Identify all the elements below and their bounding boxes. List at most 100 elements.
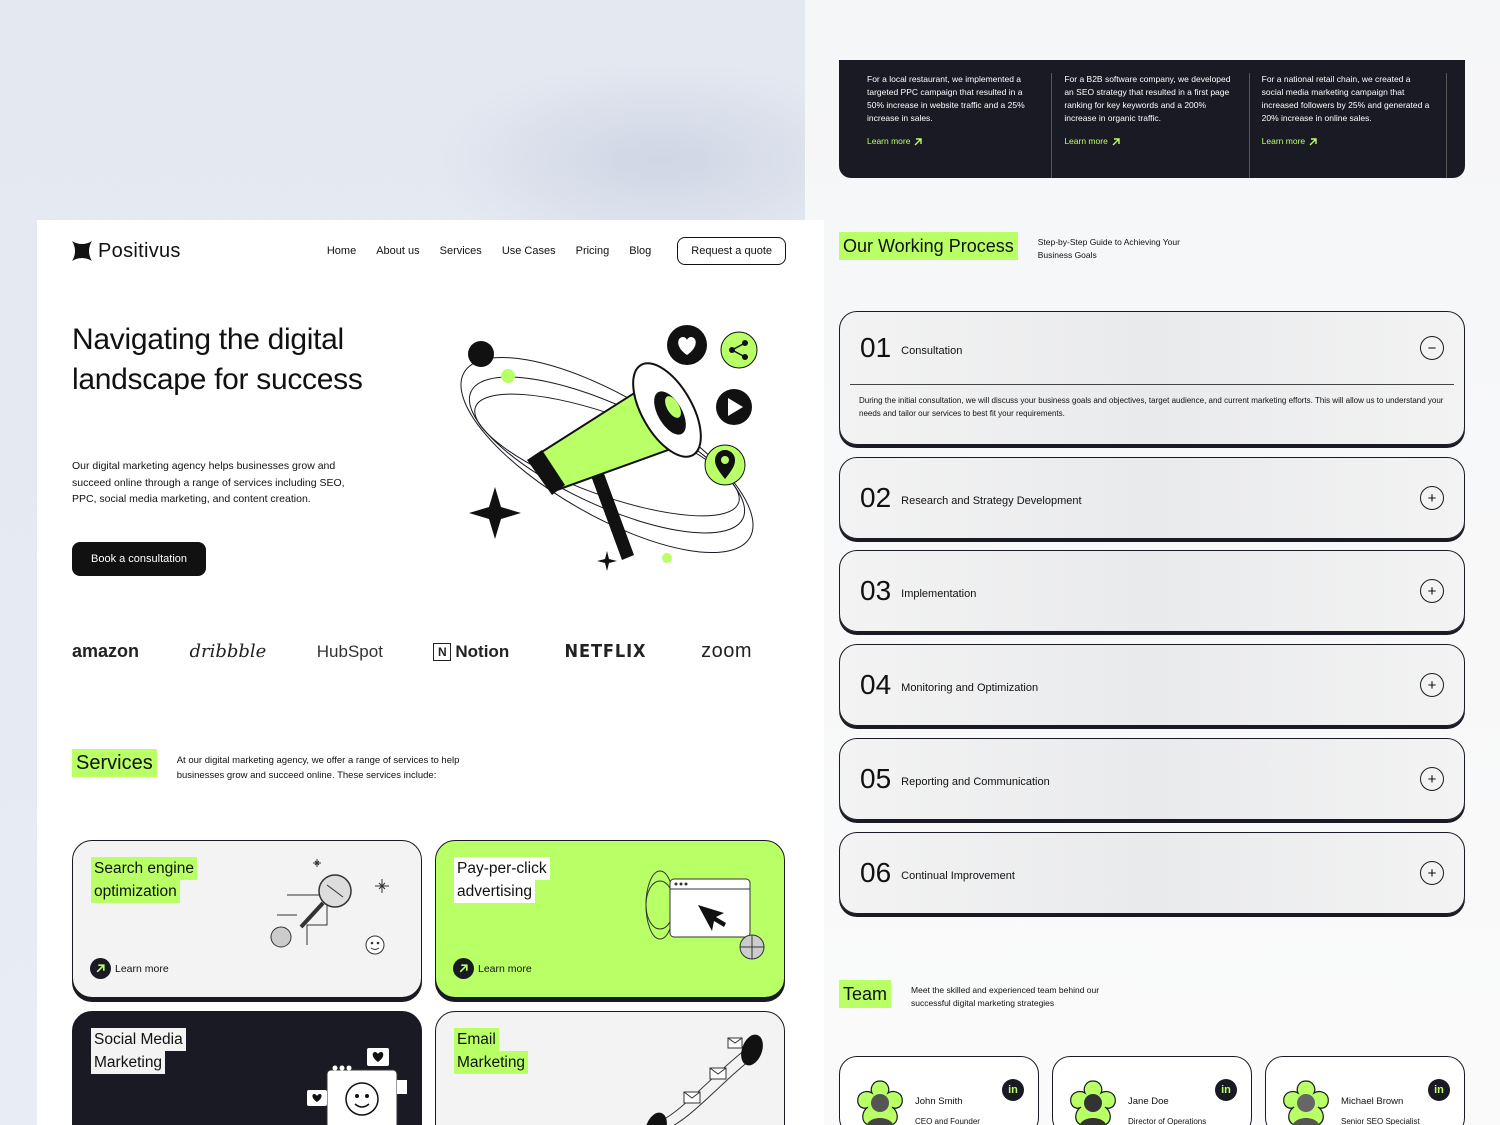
seo-magnifier-illustration (270, 859, 389, 955)
hubspot-logo: HubSpot (316, 641, 383, 661)
learn-more-link[interactable]: Learn more (90, 958, 169, 979)
nav-link-pricing[interactable]: Pricing (576, 245, 610, 257)
navbar: Positivus Home About us Services Use Cas… (72, 236, 786, 266)
team-tag: Team (839, 980, 892, 1008)
process-tag: Our Working Process (839, 232, 1018, 260)
arrow-up-right-icon (90, 958, 111, 979)
services-heading: Services At our digital marketing agency… (72, 749, 507, 783)
client-logos: amazon dribbble HubSpot N Notion NETFLIX… (72, 640, 752, 663)
member-name: Michael Brown (1341, 1096, 1404, 1107)
case-learn-more-link[interactable]: Learn more (1064, 135, 1236, 148)
nav-link-blog[interactable]: Blog (629, 245, 651, 257)
process-heading: Our Working Process Step-by-Step Guide t… (839, 232, 1188, 262)
nav-link-use-cases[interactable]: Use Cases (502, 245, 556, 257)
nav-link-about[interactable]: About us (376, 245, 419, 257)
step-number: 02 (860, 482, 892, 513)
arrow-up-right-icon (1309, 137, 1317, 145)
social-media-illustration (307, 1048, 407, 1125)
team-card: John Smith CEO and Founder in (839, 1056, 1039, 1125)
case-studies-block: For a local restaurant, we implemented a… (839, 60, 1465, 178)
service-card-email[interactable]: Email Marketing (435, 1011, 785, 1125)
nav-link-services[interactable]: Services (440, 245, 482, 257)
hero-text: Our digital marketing agency helps busin… (72, 460, 345, 505)
service-title-line2: Marketing (454, 1051, 529, 1074)
step-title: Reporting and Communication (901, 776, 1050, 788)
service-title-line1: Email (454, 1028, 499, 1051)
arrow-up-right-icon (914, 137, 923, 145)
service-title-line1: Search engine (91, 857, 197, 880)
request-quote-button[interactable]: Request a quote (677, 237, 786, 265)
netflix-logo: NETFLIX (564, 641, 647, 662)
case-study-text: For a B2B software company, we developed… (1064, 74, 1231, 123)
collapse-toggle[interactable]: − (1420, 336, 1444, 360)
step-number: 03 (860, 575, 892, 606)
learn-more-link[interactable]: Learn more (453, 958, 532, 979)
star-logo-icon (72, 241, 92, 261)
step-body: During the initial consultation, we will… (859, 396, 1444, 418)
team-card: Michael Brown Senior SEO Specialist in (1265, 1056, 1465, 1125)
process-step-05[interactable]: 05 Reporting and Communication + (839, 738, 1465, 820)
heart-icon (667, 325, 707, 365)
case-study: For a B2B software company, we developed… (1052, 73, 1250, 178)
avatar (857, 1080, 903, 1125)
step-title: Continual Improvement (901, 870, 1015, 882)
case-study: For a national retail chain, we created … (1250, 73, 1447, 178)
dribbble-logo: dribbble (189, 641, 267, 662)
share-icon (720, 331, 758, 369)
brand-logo[interactable]: Positivus (72, 240, 181, 263)
member-role: CEO and Founder (915, 1117, 980, 1125)
services-desc: At our digital marketing agency, we offe… (176, 755, 460, 781)
linkedin-icon[interactable]: in (1428, 1079, 1450, 1101)
team-heading: Team Meet the skilled and experienced te… (839, 980, 1131, 1010)
case-study-text: For a national retail chain, we created … (1261, 74, 1430, 123)
avatar (1070, 1080, 1116, 1125)
notion-icon: N (433, 642, 452, 661)
brand-name: Positivus (98, 239, 181, 262)
process-step-04[interactable]: 04 Monitoring and Optimization + (839, 644, 1465, 726)
step-title: Consultation (901, 345, 963, 357)
services-tag: Services (72, 749, 157, 777)
process-step-02[interactable]: 02 Research and Strategy Development + (839, 457, 1465, 539)
expand-toggle[interactable]: + (1420, 673, 1444, 697)
process-step-01[interactable]: 01 Consultation − During the initial con… (839, 311, 1465, 445)
expand-toggle[interactable]: + (1420, 486, 1444, 510)
email-illustration (645, 1034, 763, 1125)
case-learn-more-link[interactable]: Learn more (867, 135, 1039, 148)
nav-link-home[interactable]: Home (327, 245, 356, 257)
case-study-text: For a local restaurant, we implemented a… (867, 74, 1025, 123)
megaphone-illustration (460, 325, 758, 571)
ppc-browser-illustration (645, 870, 765, 960)
case-learn-more-link[interactable]: Learn more (1262, 135, 1434, 148)
left-page: Positivus Home About us Services Use Cas… (37, 220, 824, 1125)
expand-toggle[interactable]: + (1420, 767, 1444, 791)
amazon-logo: amazon (72, 641, 140, 661)
service-title-line2: Marketing (91, 1051, 166, 1074)
arrow-up-right-icon (1112, 137, 1120, 145)
expand-toggle[interactable]: + (1420, 861, 1444, 885)
member-name: Jane Doe (1128, 1096, 1169, 1107)
linkedin-icon[interactable]: in (1002, 1079, 1024, 1101)
process-step-06[interactable]: 06 Continual Improvement + (839, 832, 1465, 914)
process-step-03[interactable]: 03 Implementation + (839, 550, 1465, 632)
hero-title: Navigating the digital landscape for suc… (72, 323, 363, 396)
service-title-line2: advertising (454, 880, 535, 903)
process-desc: Step-by-Step Guide to Achieving Your Bus… (1037, 237, 1180, 260)
book-consultation-button[interactable]: Book a consultation (72, 542, 207, 576)
expand-toggle[interactable]: + (1420, 579, 1444, 603)
member-role: Director of Operations (1128, 1117, 1207, 1125)
service-card-social-media[interactable]: Social Media Marketing (72, 1011, 422, 1125)
member-name: John Smith (915, 1096, 963, 1107)
service-card-seo[interactable]: Search engine optimization Learn more (72, 840, 422, 998)
avatar (1283, 1080, 1329, 1125)
play-icon (716, 389, 752, 425)
nav-links: Home About us Services Use Cases Pricing… (327, 245, 651, 257)
step-number: 06 (860, 857, 892, 888)
team-card: Jane Doe Director of Operations in (1052, 1056, 1252, 1125)
step-number: 04 (860, 669, 892, 700)
service-title-line1: Social Media (91, 1028, 186, 1051)
arrow-up-right-icon (453, 958, 474, 979)
service-card-ppc[interactable]: Pay-per-click advertising Learn more (435, 840, 785, 998)
step-title: Research and Strategy Development (901, 495, 1082, 507)
location-pin-icon (704, 444, 746, 486)
linkedin-icon[interactable]: in (1215, 1079, 1237, 1101)
